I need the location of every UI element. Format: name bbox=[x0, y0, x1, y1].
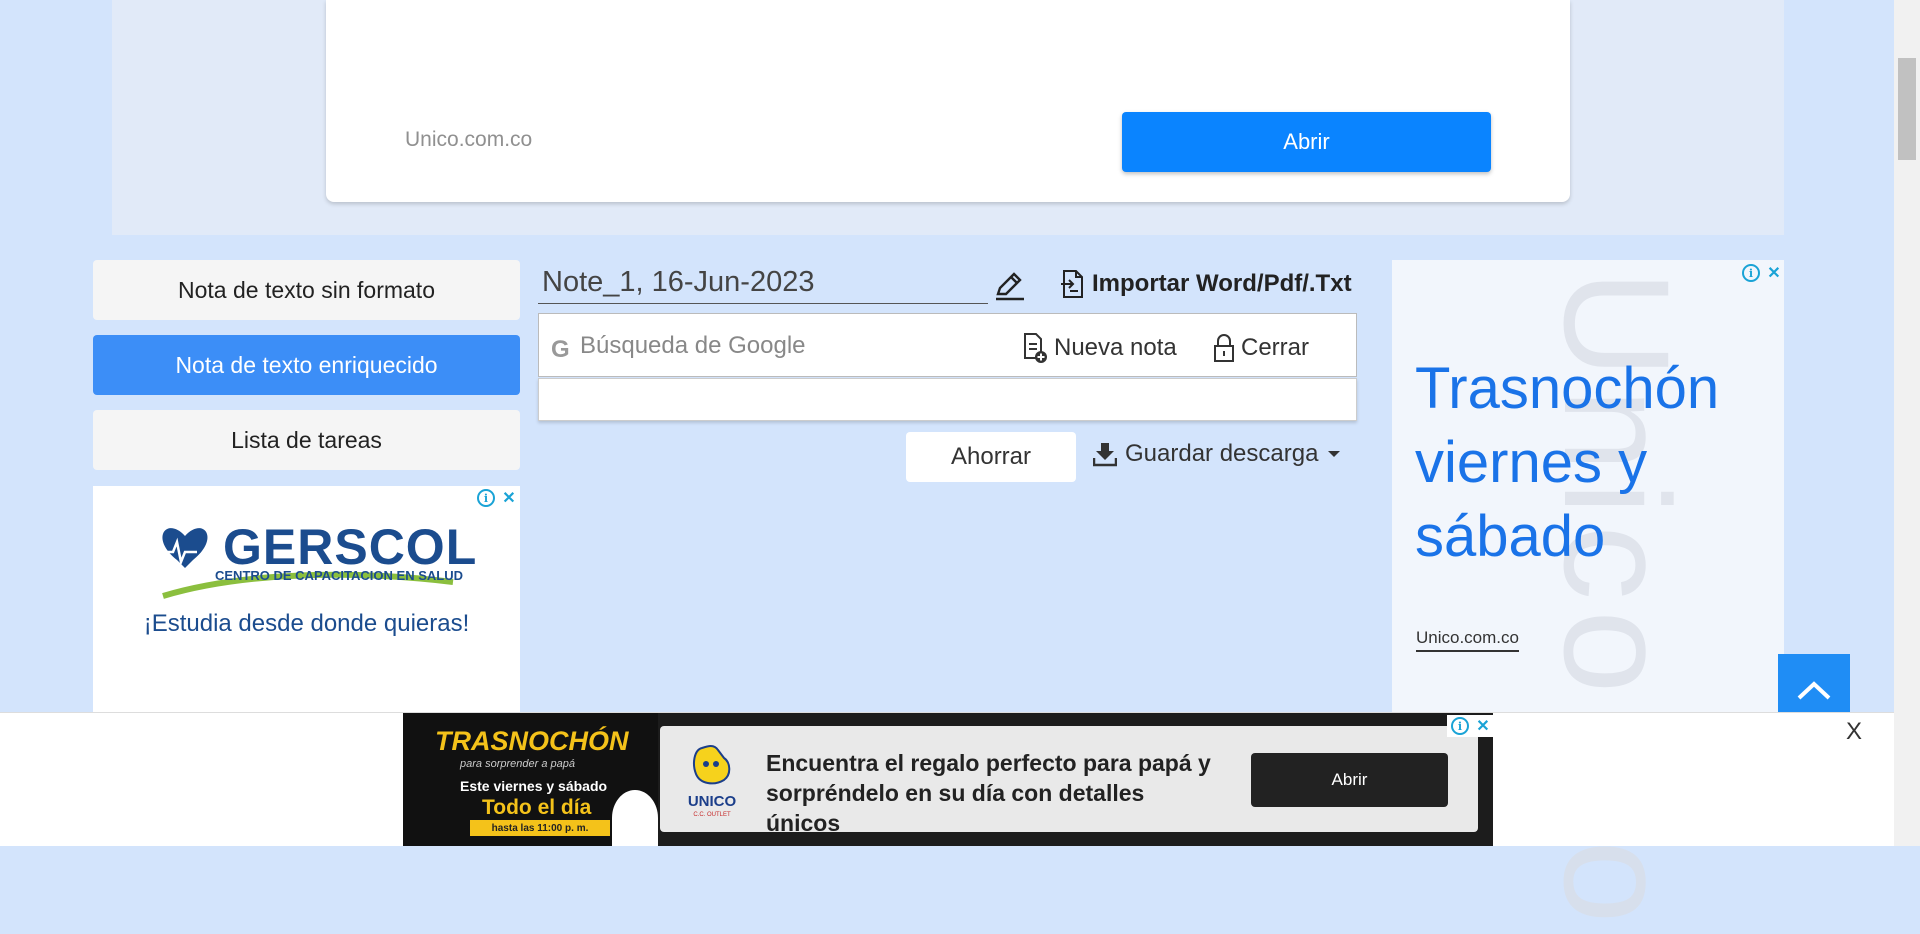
file-import-icon bbox=[1061, 270, 1083, 298]
unico-logo-text: UNICO bbox=[688, 793, 737, 810]
top-ad-domain[interactable]: Unico.com.co bbox=[405, 128, 532, 152]
left-ad-subtitle: CENTRO DE CAPACITACION EN SALUD bbox=[215, 568, 463, 583]
google-search-input[interactable] bbox=[578, 326, 1008, 366]
nav-rich-text-note[interactable]: Nota de texto enriquecido bbox=[93, 335, 520, 395]
chevron-up-icon bbox=[1797, 681, 1831, 700]
unico-logo-small bbox=[612, 790, 658, 846]
ad-info-icon[interactable]: i bbox=[477, 489, 495, 507]
right-ad-domain[interactable]: Unico.com.co bbox=[1416, 628, 1519, 652]
import-button[interactable]: Importar Word/Pdf/.Txt bbox=[1060, 268, 1352, 300]
bottom-ad-subtitle: para sorprender a papá bbox=[460, 758, 575, 770]
bottom-ad-message: Encuentra el regalo perfecto para papá y… bbox=[766, 750, 1211, 836]
save-download-dropdown[interactable]: Guardar descarga bbox=[1093, 436, 1342, 472]
right-ad-headline[interactable]: Trasnochón viernes y sábado bbox=[1415, 352, 1755, 574]
bottom-ad-open-button[interactable]: Abrir bbox=[1251, 753, 1448, 807]
bottom-ad-all-day: Todo el día bbox=[482, 796, 592, 819]
download-label: Guardar descarga bbox=[1125, 440, 1319, 467]
ad-close-icon[interactable]: ✕ bbox=[1764, 263, 1784, 283]
nav-task-list[interactable]: Lista de tareas bbox=[93, 410, 520, 470]
bottom-ad-title: TRASNOCHÓN bbox=[435, 726, 629, 756]
scrollbar-thumb[interactable] bbox=[1898, 58, 1916, 160]
left-ad-slogan: ¡Estudia desde donde quieras! bbox=[143, 610, 470, 637]
pencil-icon[interactable] bbox=[992, 268, 1026, 302]
bottom-ad-controls: i ✕ bbox=[1447, 715, 1493, 737]
new-note-label: Nueva nota bbox=[1054, 334, 1177, 361]
ad-info-icon[interactable]: i bbox=[1451, 717, 1469, 735]
right-ad-controls: i ✕ bbox=[1738, 262, 1784, 284]
download-icon bbox=[1093, 443, 1117, 467]
unico-logo-sub: C.C. OUTLET bbox=[693, 812, 731, 818]
ad-info-icon[interactable]: i bbox=[1742, 264, 1760, 282]
chevron-down-icon bbox=[1328, 451, 1341, 457]
close-label: Cerrar bbox=[1241, 334, 1310, 361]
bottom-bar-close-button[interactable]: X bbox=[1846, 718, 1862, 746]
note-editor-area[interactable] bbox=[538, 378, 1357, 421]
bottom-ad-days: Este viernes y sábado bbox=[460, 778, 608, 794]
ad-close-icon[interactable]: ✕ bbox=[1473, 716, 1493, 736]
import-label: Importar Word/Pdf/.Txt bbox=[1092, 270, 1352, 297]
top-ad-open-button[interactable]: Abrir bbox=[1122, 112, 1491, 172]
unico-logo: UNICO C.C. OUTLET bbox=[684, 740, 740, 822]
left-ad-controls: i ✕ bbox=[473, 487, 519, 509]
close-note-button[interactable]: Cerrar bbox=[1211, 330, 1309, 366]
google-icon: G bbox=[551, 336, 570, 363]
lock-icon bbox=[1214, 334, 1234, 362]
ad-close-icon[interactable]: ✕ bbox=[499, 488, 519, 508]
new-note-button[interactable]: Nueva nota bbox=[1022, 330, 1177, 366]
bottom-ad-hours: hasta las 11:00 p. m. bbox=[470, 820, 610, 836]
save-button[interactable]: Ahorrar bbox=[906, 432, 1076, 482]
nav-plain-text-note[interactable]: Nota de texto sin formato bbox=[93, 260, 520, 320]
new-note-icon bbox=[1024, 333, 1047, 363]
note-title-field[interactable]: Note_1, 16-Jun-2023 bbox=[538, 262, 988, 304]
